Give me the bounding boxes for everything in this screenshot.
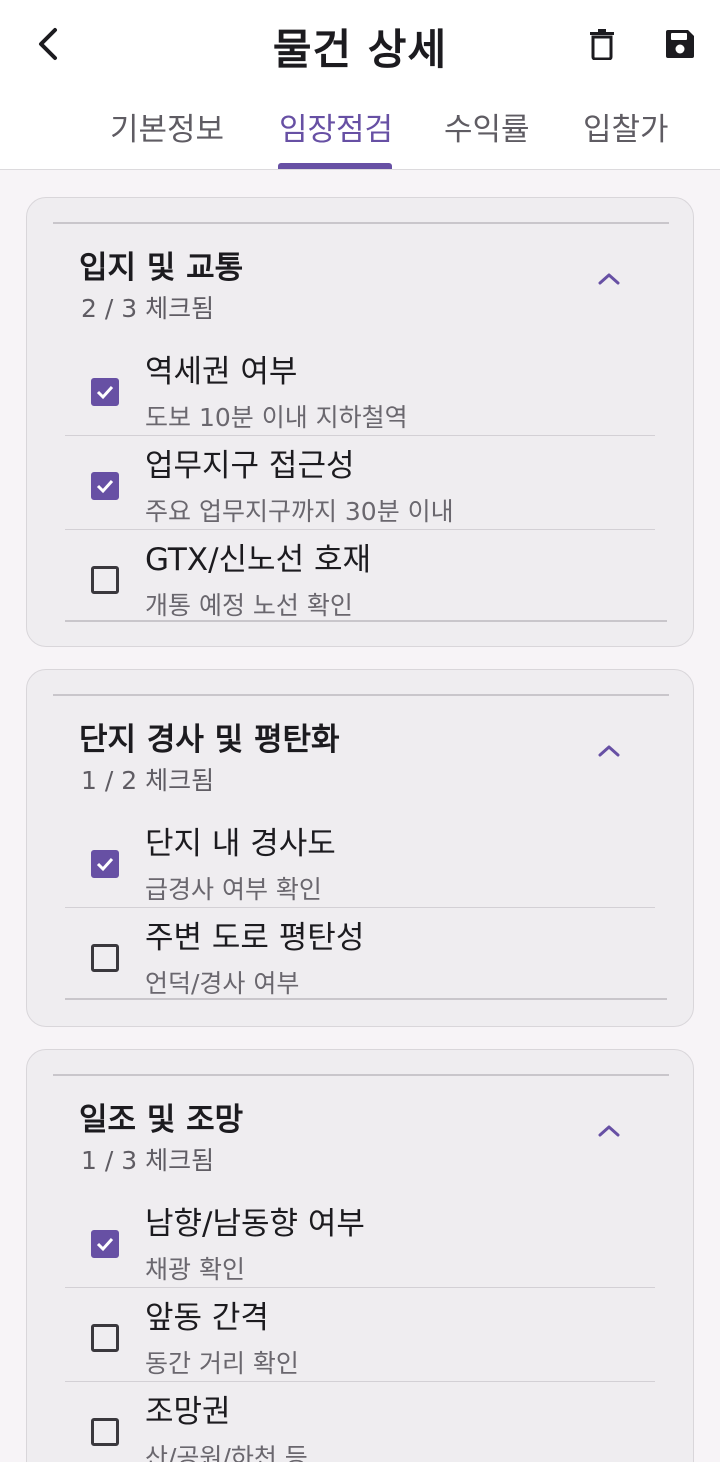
- checklist-item[interactable]: 업무지구 접근성 주요 업무지구까지 30분 이내: [65, 436, 655, 530]
- tab-bid-price[interactable]: 입찰가: [583, 104, 669, 149]
- checkbox[interactable]: [91, 566, 119, 594]
- checkbox[interactable]: [91, 850, 119, 878]
- card-divider: [53, 1074, 669, 1076]
- card-bottom-divider: [65, 620, 667, 622]
- checklist-item[interactable]: 주변 도로 평탄성 언덕/경사 여부: [65, 908, 655, 1002]
- active-tab-indicator: [278, 163, 392, 169]
- tab-bar: 기본정보 임장점검 수익률 입찰가: [0, 96, 720, 170]
- checklist-item[interactable]: 단지 내 경사도 급경사 여부 확인: [65, 814, 655, 908]
- checklist-item[interactable]: 앞동 간격 동간 거리 확인: [65, 1288, 655, 1382]
- checklist-item[interactable]: GTX/신노선 호재 개통 예정 노선 확인: [65, 530, 655, 624]
- trash-icon: [588, 28, 616, 64]
- checkbox[interactable]: [91, 378, 119, 406]
- section-card-sunlight: 일조 및 조망 1 / 3 체크됨 남향/남동향 여부 채광 확인 앞동 간격 …: [26, 1049, 694, 1462]
- card-bottom-divider: [65, 998, 667, 1000]
- section-card-slope: 단지 경사 및 평탄화 1 / 2 체크됨 단지 내 경사도 급경사 여부 확인…: [26, 669, 694, 1027]
- checkbox[interactable]: [91, 1324, 119, 1352]
- check-icon: [96, 857, 114, 872]
- chevron-up-icon: [597, 1123, 621, 1142]
- check-icon: [96, 1237, 114, 1252]
- item-title: 주변 도로 평탄성: [145, 920, 365, 956]
- item-subtitle: 언덕/경사 여부: [145, 969, 300, 998]
- item-subtitle: 주요 업무지구까지 30분 이내: [145, 497, 454, 526]
- item-subtitle: 산/공원/하천 등: [145, 1443, 308, 1462]
- checklist-item[interactable]: 남향/남동향 여부 채광 확인: [65, 1194, 655, 1288]
- item-subtitle: 급경사 여부 확인: [145, 875, 322, 904]
- item-title: 남향/남동향 여부: [145, 1206, 365, 1242]
- section-check-count: 2 / 3 체크됨: [81, 294, 215, 323]
- app-screen: 물건 상세 기본정보 임장점검 수익률 입찰가 입지 및 교통 2 / 3 체크…: [0, 0, 720, 1462]
- section-check-count: 1 / 3 체크됨: [81, 1146, 215, 1175]
- checklist-item[interactable]: 역세권 여부 도보 10분 이내 지하철역: [65, 342, 655, 436]
- collapse-button[interactable]: [589, 732, 629, 772]
- item-subtitle: 도보 10분 이내 지하철역: [145, 403, 408, 432]
- item-title: 역세권 여부: [145, 354, 298, 390]
- collapse-button[interactable]: [589, 1112, 629, 1152]
- tab-site-inspection[interactable]: 임장점검: [279, 104, 393, 149]
- item-title: 업무지구 접근성: [145, 448, 355, 484]
- section-title: 입지 및 교통: [79, 250, 244, 286]
- item-title: 앞동 간격: [145, 1300, 269, 1336]
- section-card-location: 입지 및 교통 2 / 3 체크됨 역세권 여부 도보 10분 이내 지하철역: [26, 197, 694, 647]
- collapse-button[interactable]: [589, 260, 629, 300]
- checkbox[interactable]: [91, 944, 119, 972]
- checklist-item[interactable]: 조망권 산/공원/하천 등: [65, 1382, 655, 1462]
- item-subtitle: 채광 확인: [145, 1255, 245, 1284]
- item-title: 단지 내 경사도: [145, 826, 336, 862]
- card-divider: [53, 694, 669, 696]
- checkbox[interactable]: [91, 1418, 119, 1446]
- item-title: GTX/신노선 호재: [145, 542, 371, 578]
- item-title: 조망권: [145, 1394, 231, 1430]
- item-subtitle: 동간 거리 확인: [145, 1349, 299, 1378]
- section-check-count: 1 / 2 체크됨: [81, 766, 215, 795]
- section-title: 일조 및 조망: [79, 1102, 244, 1138]
- item-subtitle: 개통 예정 노선 확인: [145, 591, 353, 620]
- checkbox[interactable]: [91, 472, 119, 500]
- tab-yield[interactable]: 수익률: [444, 104, 530, 149]
- check-icon: [96, 385, 114, 400]
- tab-basic-info[interactable]: 기본정보: [110, 104, 224, 149]
- section-title: 단지 경사 및 평탄화: [79, 722, 340, 758]
- chevron-up-icon: [597, 743, 621, 762]
- check-icon: [96, 479, 114, 494]
- card-divider: [53, 222, 669, 224]
- top-app-bar: 물건 상세 기본정보 임장점검 수익률 입찰가: [0, 0, 720, 170]
- checkbox[interactable]: [91, 1230, 119, 1258]
- save-icon: [664, 28, 696, 64]
- delete-button[interactable]: [578, 22, 626, 70]
- save-button[interactable]: [656, 22, 704, 70]
- chevron-up-icon: [597, 271, 621, 290]
